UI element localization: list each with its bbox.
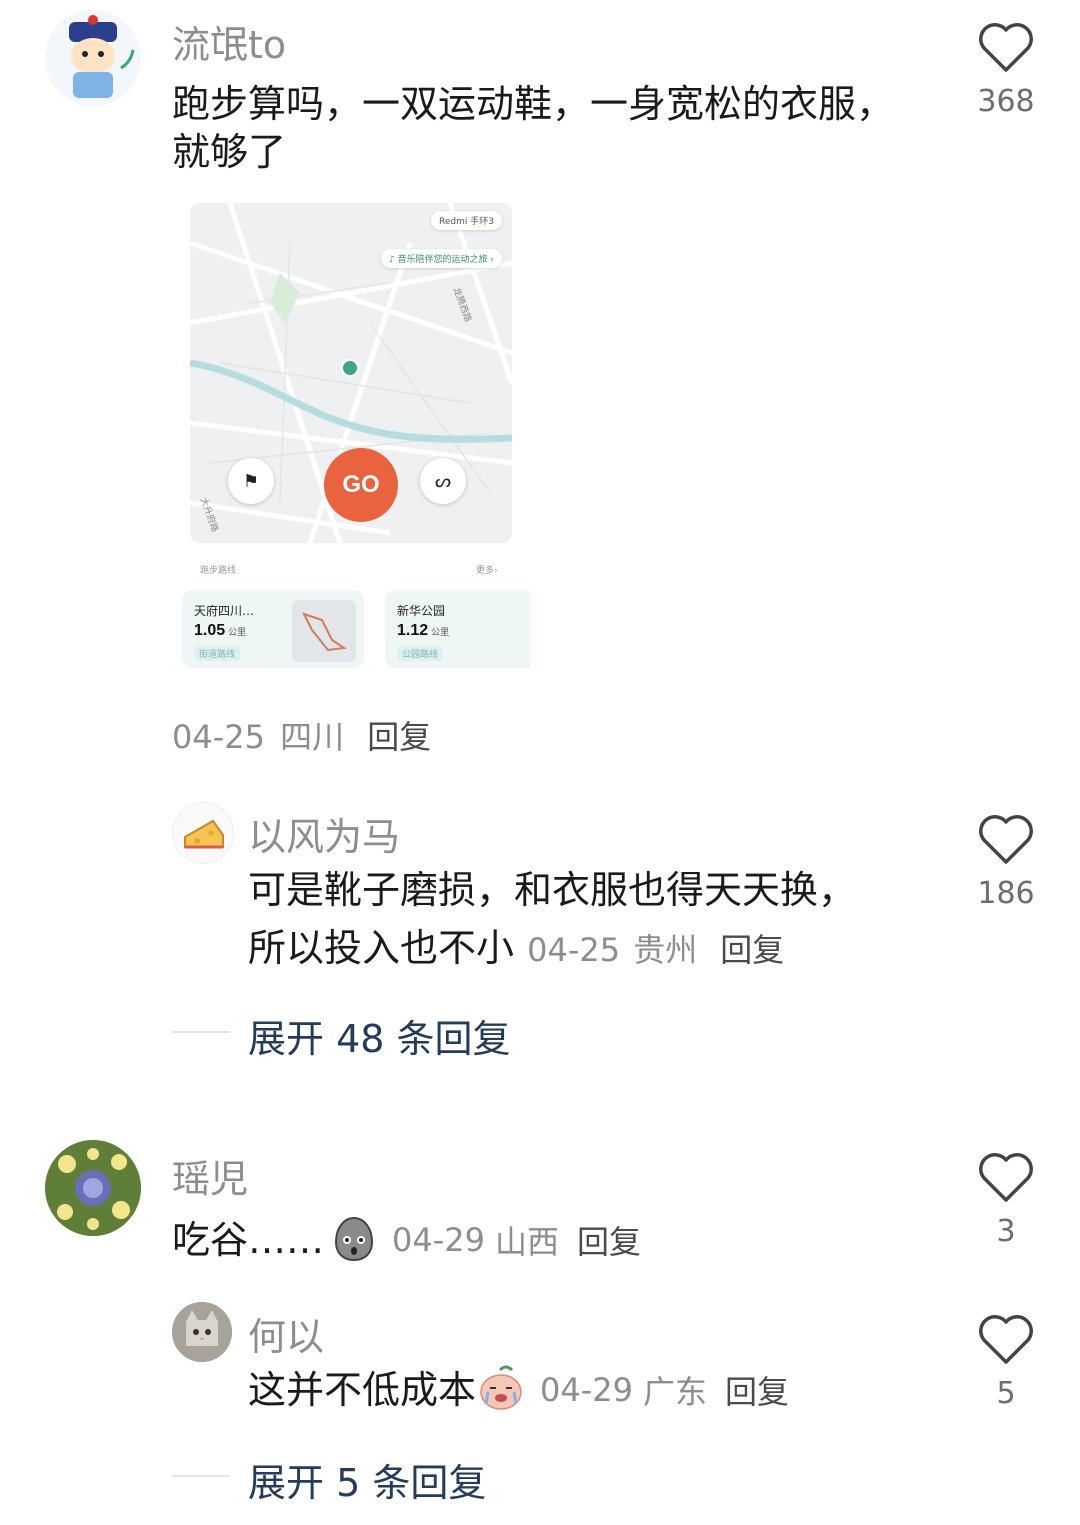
comment-date: 04-29	[392, 1221, 485, 1259]
cat-avatar-icon	[172, 1302, 232, 1362]
flag-icon: ⚑	[242, 470, 260, 492]
like-button[interactable]: 186	[966, 814, 1046, 911]
route-card[interactable]: 新华公园 1.12 公里 公园路线	[385, 590, 530, 668]
device-chip[interactable]: Redmi 手环3	[431, 211, 502, 230]
reply-text: 可是靴子磨损，和衣服也得天天换，	[248, 868, 857, 912]
heart-icon	[979, 23, 1033, 72]
like-count: 368	[977, 84, 1035, 119]
reply-location: 贵州	[633, 931, 698, 969]
avatar[interactable]	[45, 1140, 141, 1236]
flower-avatar-icon	[45, 1140, 141, 1236]
comment-location: 山西	[495, 1223, 560, 1261]
route-distance: 1.05 公里	[194, 622, 247, 639]
more-label: 更多	[476, 566, 495, 576]
comment-image[interactable]: Redmi 手环3 ♪ 音乐陪伴您的运动之旅 › 龙腾西路 大升府路 ⚑ GO …	[180, 195, 530, 673]
avatar[interactable]	[45, 10, 141, 106]
reply-line: 这并不低成本 04-29 广东 回复	[248, 1364, 789, 1416]
expand-replies-button[interactable]: 展开 5 条回复	[248, 1452, 486, 1507]
reply-button[interactable]: 回复	[577, 1217, 641, 1263]
heart-icon	[979, 1153, 1033, 1202]
comment-text: 跑步算吗，一双运动鞋，一身宽松的衣服，就够了	[172, 82, 895, 174]
route-tag: 公园路线	[397, 646, 444, 661]
more-link[interactable]: 更多›	[476, 563, 498, 576]
avatar[interactable]	[172, 1302, 232, 1362]
route-thumbnail	[292, 600, 356, 662]
reply-date: 04-25	[527, 931, 621, 969]
crying-emoji-icon	[476, 1364, 526, 1416]
avatar[interactable]	[172, 802, 234, 864]
divider	[172, 1475, 230, 1477]
route-icon: ᔕ	[434, 470, 452, 492]
flag-button[interactable]: ⚑	[228, 458, 274, 504]
comment-line: 吃谷…… 04-29 山西 回复	[172, 1214, 641, 1266]
like-button[interactable]: 5	[966, 1314, 1046, 1411]
reply-text: 这并不低成本	[248, 1368, 477, 1412]
reply-date: 04-29	[540, 1371, 633, 1409]
heart-icon	[979, 1315, 1033, 1364]
reply-button[interactable]: 回复	[720, 931, 784, 969]
reply-username[interactable]: 以风为马	[248, 806, 400, 861]
heart-icon	[979, 815, 1033, 864]
comment-username[interactable]: 流氓to	[172, 14, 286, 69]
like-count: 5	[996, 1376, 1016, 1411]
comment-text: 吃谷……	[172, 1218, 325, 1262]
surprised-emoji-icon	[330, 1214, 378, 1266]
reply-text: 所以投入也不小	[248, 926, 515, 970]
divider	[172, 1031, 230, 1033]
music-chip[interactable]: ♪ 音乐陪伴您的运动之旅 ›	[380, 249, 502, 268]
route-name: 天府四川…	[194, 604, 255, 618]
comment-meta: 04-25 四川 回复	[172, 712, 431, 758]
comment-location: 四川	[280, 718, 345, 756]
reply-text-line2: 所以投入也不小 04-25 贵州 回复	[248, 924, 784, 972]
route-distance: 1.12 公里	[397, 622, 450, 639]
route-name: 新华公园	[397, 604, 446, 618]
reply-location: 广东	[643, 1373, 708, 1411]
route-button[interactable]: ᔕ	[420, 458, 466, 504]
running-map: Redmi 手环3 ♪ 音乐陪伴您的运动之旅 › 龙腾西路 大升府路 ⚑ GO …	[190, 203, 512, 543]
reply-button[interactable]: 回复	[367, 718, 431, 756]
music-chip-label: 音乐陪伴您的运动之旅	[397, 255, 488, 265]
like-count: 186	[977, 876, 1035, 911]
reply-button[interactable]: 回复	[725, 1367, 789, 1413]
comment-username[interactable]: 瑶児	[172, 1148, 248, 1203]
routes-section-title: 跑步路线	[200, 566, 237, 576]
comment-date: 04-25	[172, 718, 265, 756]
go-button[interactable]: GO	[324, 448, 398, 522]
cartoon-character-avatar-icon	[45, 10, 141, 106]
expand-replies-button[interactable]: 展开 48 条回复	[248, 1008, 511, 1063]
like-button[interactable]: 368	[966, 22, 1046, 119]
reply-username[interactable]: 何以	[248, 1306, 324, 1361]
like-count: 3	[996, 1214, 1016, 1249]
route-tag: 街道路线	[194, 646, 241, 661]
like-button[interactable]: 3	[966, 1152, 1046, 1249]
cheese-avatar-icon	[184, 819, 224, 849]
route-card[interactable]: 天府四川… 1.05 公里 街道路线	[182, 590, 364, 668]
